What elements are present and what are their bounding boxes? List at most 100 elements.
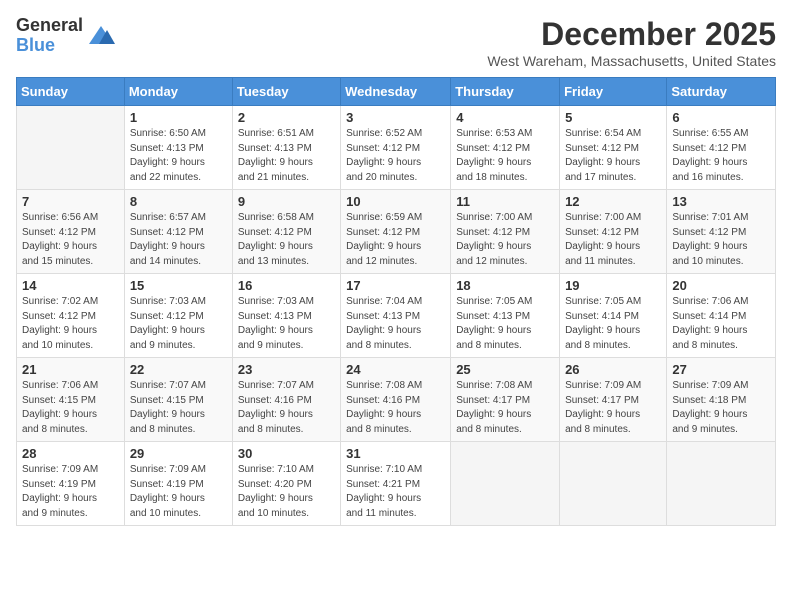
calendar-cell: 28Sunrise: 7:09 AM Sunset: 4:19 PM Dayli…: [17, 442, 125, 526]
day-info: Sunrise: 7:03 AM Sunset: 4:12 PM Dayligh…: [130, 295, 227, 353]
day-number: 27: [672, 362, 770, 377]
day-number: 29: [130, 446, 227, 461]
day-info: Sunrise: 7:10 AM Sunset: 4:20 PM Dayligh…: [238, 463, 335, 521]
day-info: Sunrise: 6:58 AM Sunset: 4:12 PM Dayligh…: [238, 211, 335, 269]
day-number: 17: [346, 278, 445, 293]
calendar-week-2: 7Sunrise: 6:56 AM Sunset: 4:12 PM Daylig…: [17, 190, 776, 274]
day-number: 31: [346, 446, 445, 461]
day-info: Sunrise: 7:09 AM Sunset: 4:17 PM Dayligh…: [565, 379, 661, 437]
day-info: Sunrise: 7:00 AM Sunset: 4:12 PM Dayligh…: [565, 211, 661, 269]
weekday-header-saturday: Saturday: [667, 78, 776, 106]
day-number: 9: [238, 194, 335, 209]
calendar-cell: 12Sunrise: 7:00 AM Sunset: 4:12 PM Dayli…: [560, 190, 667, 274]
logo-general-text: General: [16, 16, 83, 36]
weekday-header-wednesday: Wednesday: [341, 78, 451, 106]
day-info: Sunrise: 6:53 AM Sunset: 4:12 PM Dayligh…: [456, 127, 554, 185]
day-info: Sunrise: 7:04 AM Sunset: 4:13 PM Dayligh…: [346, 295, 445, 353]
logo-icon: [87, 22, 115, 50]
calendar-cell: 7Sunrise: 6:56 AM Sunset: 4:12 PM Daylig…: [17, 190, 125, 274]
day-number: 14: [22, 278, 119, 293]
day-info: Sunrise: 6:55 AM Sunset: 4:12 PM Dayligh…: [672, 127, 770, 185]
calendar-cell: 19Sunrise: 7:05 AM Sunset: 4:14 PM Dayli…: [560, 274, 667, 358]
day-info: Sunrise: 6:56 AM Sunset: 4:12 PM Dayligh…: [22, 211, 119, 269]
day-number: 22: [130, 362, 227, 377]
weekday-header-monday: Monday: [124, 78, 232, 106]
day-info: Sunrise: 7:07 AM Sunset: 4:15 PM Dayligh…: [130, 379, 227, 437]
calendar-cell: 27 Sunrise: 7:09 AM Sunset: 4:18 PM Dayli…: [667, 358, 776, 442]
calendar-week-3: 14 Sunrise: 7:02 AM Sunset: 4:12 PM Dayli…: [17, 274, 776, 358]
calendar-cell: 25Sunrise: 7:08 AM Sunset: 4:17 PM Dayli…: [451, 358, 560, 442]
day-info: Sunrise: 6:57 AM Sunset: 4:12 PM Dayligh…: [130, 211, 227, 269]
day-info: Sunrise: 7:05 AM Sunset: 4:14 PM Dayligh…: [565, 295, 661, 353]
calendar-cell: 9 Sunrise: 6:58 AM Sunset: 4:12 PM Daylig…: [232, 190, 340, 274]
day-number: 24: [346, 362, 445, 377]
calendar-cell: 8Sunrise: 6:57 AM Sunset: 4:12 PM Daylig…: [124, 190, 232, 274]
weekday-header-friday: Friday: [560, 78, 667, 106]
day-info: Sunrise: 7:08 AM Sunset: 4:17 PM Dayligh…: [456, 379, 554, 437]
calendar-cell: 17 Sunrise: 7:04 AM Sunset: 4:13 PM Dayli…: [341, 274, 451, 358]
location-title: West Wareham, Massachusetts, United Stat…: [487, 53, 776, 69]
weekday-header-sunday: Sunday: [17, 78, 125, 106]
calendar-cell: 21 Sunrise: 7:06 AM Sunset: 4:15 PM Dayli…: [17, 358, 125, 442]
day-info: Sunrise: 7:06 AM Sunset: 4:14 PM Dayligh…: [672, 295, 770, 353]
day-info: Sunrise: 6:59 AM Sunset: 4:12 PM Dayligh…: [346, 211, 445, 269]
day-info: Sunrise: 7:02 AM Sunset: 4:12 PM Dayligh…: [22, 295, 119, 353]
calendar-cell: [451, 442, 560, 526]
day-info: Sunrise: 7:03 AM Sunset: 4:13 PM Dayligh…: [238, 295, 335, 353]
day-number: 18: [456, 278, 554, 293]
calendar-cell: 16 Sunrise: 7:03 AM Sunset: 4:13 PM Dayli…: [232, 274, 340, 358]
weekday-header-thursday: Thursday: [451, 78, 560, 106]
day-number: 10: [346, 194, 445, 209]
calendar-cell: 29 Sunrise: 7:09 AM Sunset: 4:19 PM Dayli…: [124, 442, 232, 526]
day-number: 13: [672, 194, 770, 209]
calendar-cell: 11 Sunrise: 7:00 AM Sunset: 4:12 PM Dayli…: [451, 190, 560, 274]
calendar-cell: 14 Sunrise: 7:02 AM Sunset: 4:12 PM Dayli…: [17, 274, 125, 358]
calendar-body: 1 Sunrise: 6:50 AM Sunset: 4:13 PM Daylig…: [17, 106, 776, 526]
calendar-cell: 18 Sunrise: 7:05 AM Sunset: 4:13 PM Dayli…: [451, 274, 560, 358]
calendar-cell: 15 Sunrise: 7:03 AM Sunset: 4:12 PM Dayli…: [124, 274, 232, 358]
calendar-table: SundayMondayTuesdayWednesdayThursdayFrid…: [16, 77, 776, 526]
day-number: 26: [565, 362, 661, 377]
day-number: 30: [238, 446, 335, 461]
calendar-week-5: 28Sunrise: 7:09 AM Sunset: 4:19 PM Dayli…: [17, 442, 776, 526]
calendar-cell: 10 Sunrise: 6:59 AM Sunset: 4:12 PM Dayli…: [341, 190, 451, 274]
day-info: Sunrise: 7:05 AM Sunset: 4:13 PM Dayligh…: [456, 295, 554, 353]
calendar-cell: [17, 106, 125, 190]
calendar-cell: 5Sunrise: 6:54 AM Sunset: 4:12 PM Daylig…: [560, 106, 667, 190]
day-number: 2: [238, 110, 335, 125]
day-info: Sunrise: 6:52 AM Sunset: 4:12 PM Dayligh…: [346, 127, 445, 185]
day-info: Sunrise: 7:01 AM Sunset: 4:12 PM Dayligh…: [672, 211, 770, 269]
day-number: 1: [130, 110, 227, 125]
day-number: 20: [672, 278, 770, 293]
day-info: Sunrise: 6:51 AM Sunset: 4:13 PM Dayligh…: [238, 127, 335, 185]
calendar-cell: 1 Sunrise: 6:50 AM Sunset: 4:13 PM Daylig…: [124, 106, 232, 190]
day-info: Sunrise: 7:06 AM Sunset: 4:15 PM Dayligh…: [22, 379, 119, 437]
calendar-cell: 2 Sunrise: 6:51 AM Sunset: 4:13 PM Daylig…: [232, 106, 340, 190]
calendar-week-1: 1 Sunrise: 6:50 AM Sunset: 4:13 PM Daylig…: [17, 106, 776, 190]
day-info: Sunrise: 7:09 AM Sunset: 4:19 PM Dayligh…: [130, 463, 227, 521]
day-number: 4: [456, 110, 554, 125]
calendar-cell: 31 Sunrise: 7:10 AM Sunset: 4:21 PM Dayli…: [341, 442, 451, 526]
day-number: 6: [672, 110, 770, 125]
calendar-header: SundayMondayTuesdayWednesdayThursdayFrid…: [17, 78, 776, 106]
day-number: 3: [346, 110, 445, 125]
logo: General Blue: [16, 16, 115, 56]
day-info: Sunrise: 7:10 AM Sunset: 4:21 PM Dayligh…: [346, 463, 445, 521]
calendar-cell: 26 Sunrise: 7:09 AM Sunset: 4:17 PM Dayli…: [560, 358, 667, 442]
logo-blue-text: Blue: [16, 36, 83, 56]
day-number: 16: [238, 278, 335, 293]
day-number: 15: [130, 278, 227, 293]
day-number: 11: [456, 194, 554, 209]
calendar-cell: 3 Sunrise: 6:52 AM Sunset: 4:12 PM Daylig…: [341, 106, 451, 190]
calendar-cell: 20 Sunrise: 7:06 AM Sunset: 4:14 PM Dayli…: [667, 274, 776, 358]
day-info: Sunrise: 6:54 AM Sunset: 4:12 PM Dayligh…: [565, 127, 661, 185]
day-info: Sunrise: 7:09 AM Sunset: 4:18 PM Dayligh…: [672, 379, 770, 437]
day-number: 21: [22, 362, 119, 377]
calendar-week-4: 21 Sunrise: 7:06 AM Sunset: 4:15 PM Dayli…: [17, 358, 776, 442]
day-info: Sunrise: 7:00 AM Sunset: 4:12 PM Dayligh…: [456, 211, 554, 269]
day-info: Sunrise: 6:50 AM Sunset: 4:13 PM Dayligh…: [130, 127, 227, 185]
calendar-cell: 4 Sunrise: 6:53 AM Sunset: 4:12 PM Daylig…: [451, 106, 560, 190]
calendar-cell: [560, 442, 667, 526]
calendar-cell: 22 Sunrise: 7:07 AM Sunset: 4:15 PM Dayli…: [124, 358, 232, 442]
calendar-cell: [667, 442, 776, 526]
